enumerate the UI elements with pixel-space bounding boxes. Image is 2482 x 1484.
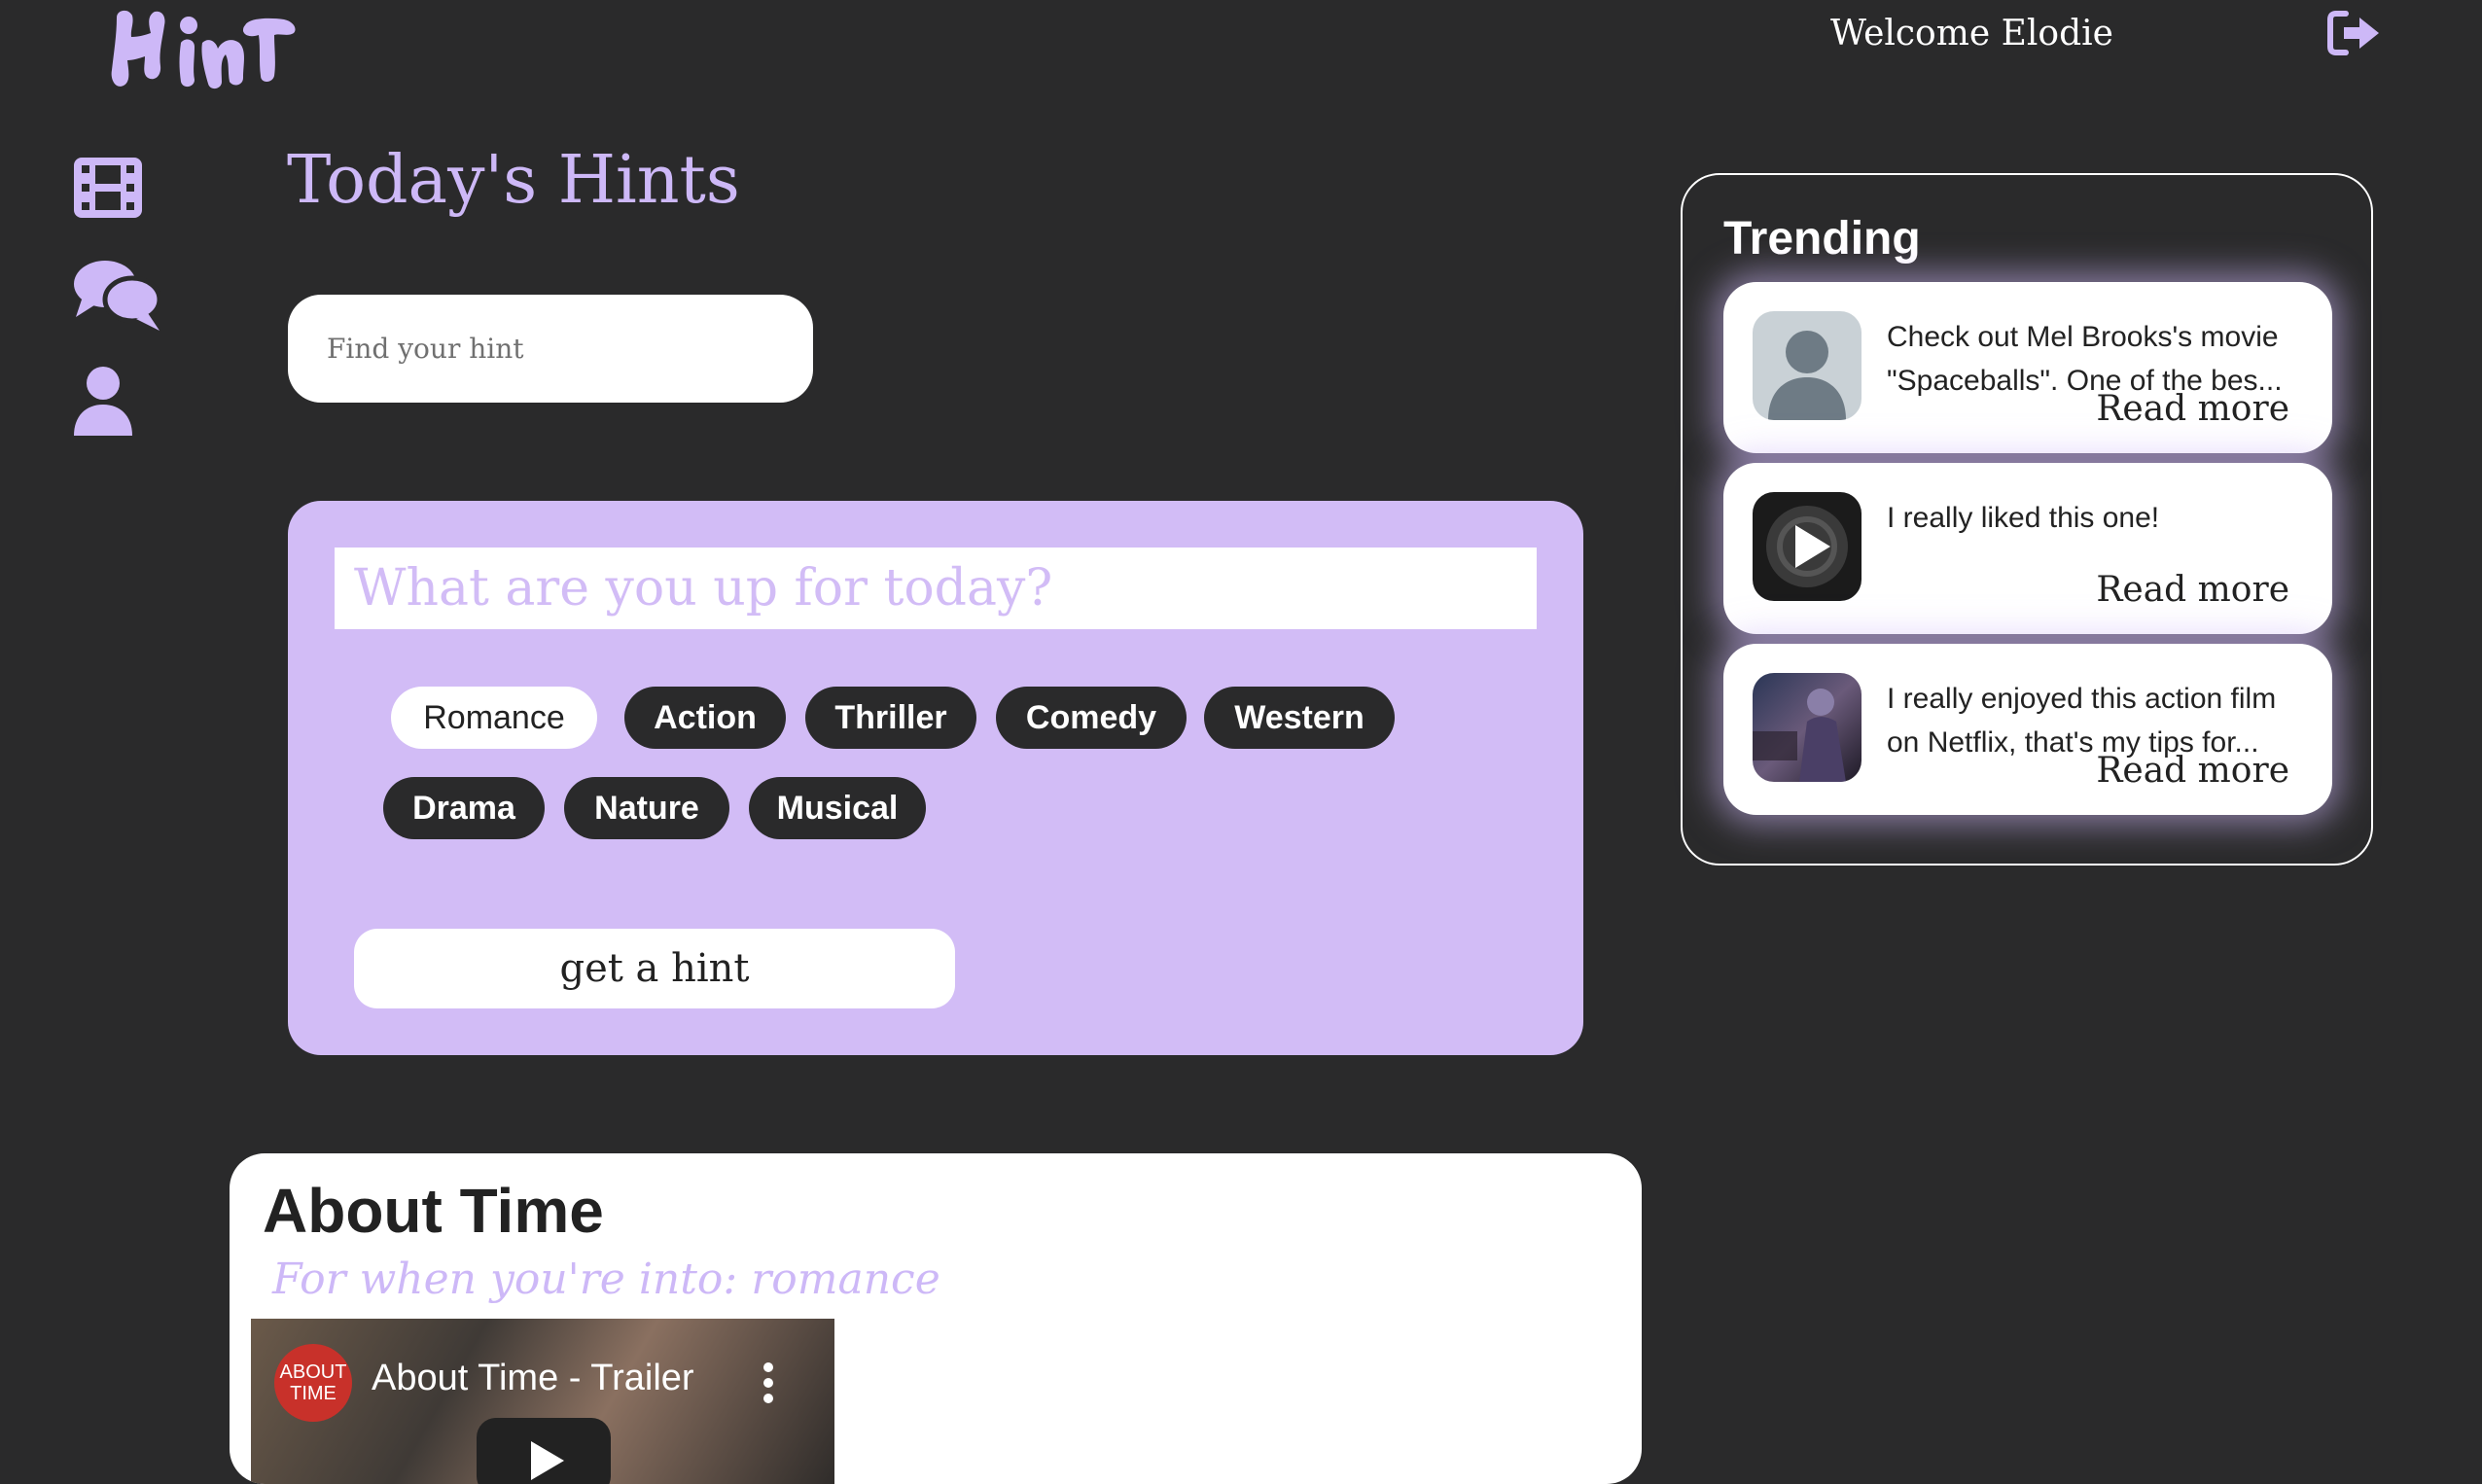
get-hint-button[interactable]: get a hint (354, 929, 955, 1008)
chat-icon[interactable] (72, 257, 161, 333)
search-input[interactable] (288, 295, 813, 403)
read-more-link[interactable]: Read more (2096, 570, 2289, 610)
trending-item[interactable]: I really enjoyed this action film on Net… (1723, 644, 2332, 815)
user-icon[interactable] (72, 366, 134, 436)
film-icon[interactable] (72, 156, 144, 220)
movie-subtitle: For when you're into: romance (272, 1254, 940, 1304)
channel-logo: ABOUT TIME (274, 1344, 352, 1422)
trending-title: Trending (1723, 213, 1921, 265)
logout-icon[interactable] (2326, 10, 2383, 56)
read-more-link[interactable]: Read more (2096, 389, 2289, 429)
movie-title: About Time (263, 1176, 604, 1246)
read-more-link[interactable]: Read more (2096, 751, 2289, 791)
genre-chip-comedy[interactable]: Comedy (996, 687, 1187, 749)
genre-chip-western[interactable]: Western (1204, 687, 1395, 749)
mood-input[interactable] (335, 548, 1537, 629)
genre-chip-romance[interactable]: Romance (391, 687, 597, 749)
genre-chip-thriller[interactable]: Thriller (805, 687, 976, 749)
play-button[interactable] (477, 1418, 611, 1484)
hint-panel: Romance Action Thriller Comedy Western D… (288, 501, 1583, 1055)
trailer-video[interactable]: ABOUT TIME About Time - Trailer (251, 1319, 834, 1484)
welcome-text: Welcome Elodie (1830, 14, 2113, 53)
hint-logo (111, 10, 296, 89)
genre-chip-action[interactable]: Action (624, 687, 786, 749)
avatar-placeholder-icon (1753, 311, 1862, 420)
movie-poster-icon (1753, 673, 1862, 782)
result-card: About Time For when you're into: romance… (230, 1153, 1642, 1484)
page-title: Today's Hints (287, 142, 740, 219)
trending-item[interactable]: Check out Mel Brooks's movie "Spaceballs… (1723, 282, 2332, 453)
trending-item[interactable]: I really liked this one! Read more (1723, 463, 2332, 634)
video-thumbnail-icon (1753, 492, 1862, 601)
more-icon[interactable] (762, 1361, 774, 1404)
trending-panel: Trending Check out Mel Brooks's movie "S… (1681, 173, 2373, 866)
genre-chip-musical[interactable]: Musical (749, 777, 926, 839)
trending-text: I really liked this one! (1887, 502, 2160, 534)
genre-chip-drama[interactable]: Drama (383, 777, 545, 839)
video-title: About Time - Trailer (372, 1358, 694, 1398)
genre-chip-nature[interactable]: Nature (564, 777, 729, 839)
play-icon (531, 1441, 564, 1480)
